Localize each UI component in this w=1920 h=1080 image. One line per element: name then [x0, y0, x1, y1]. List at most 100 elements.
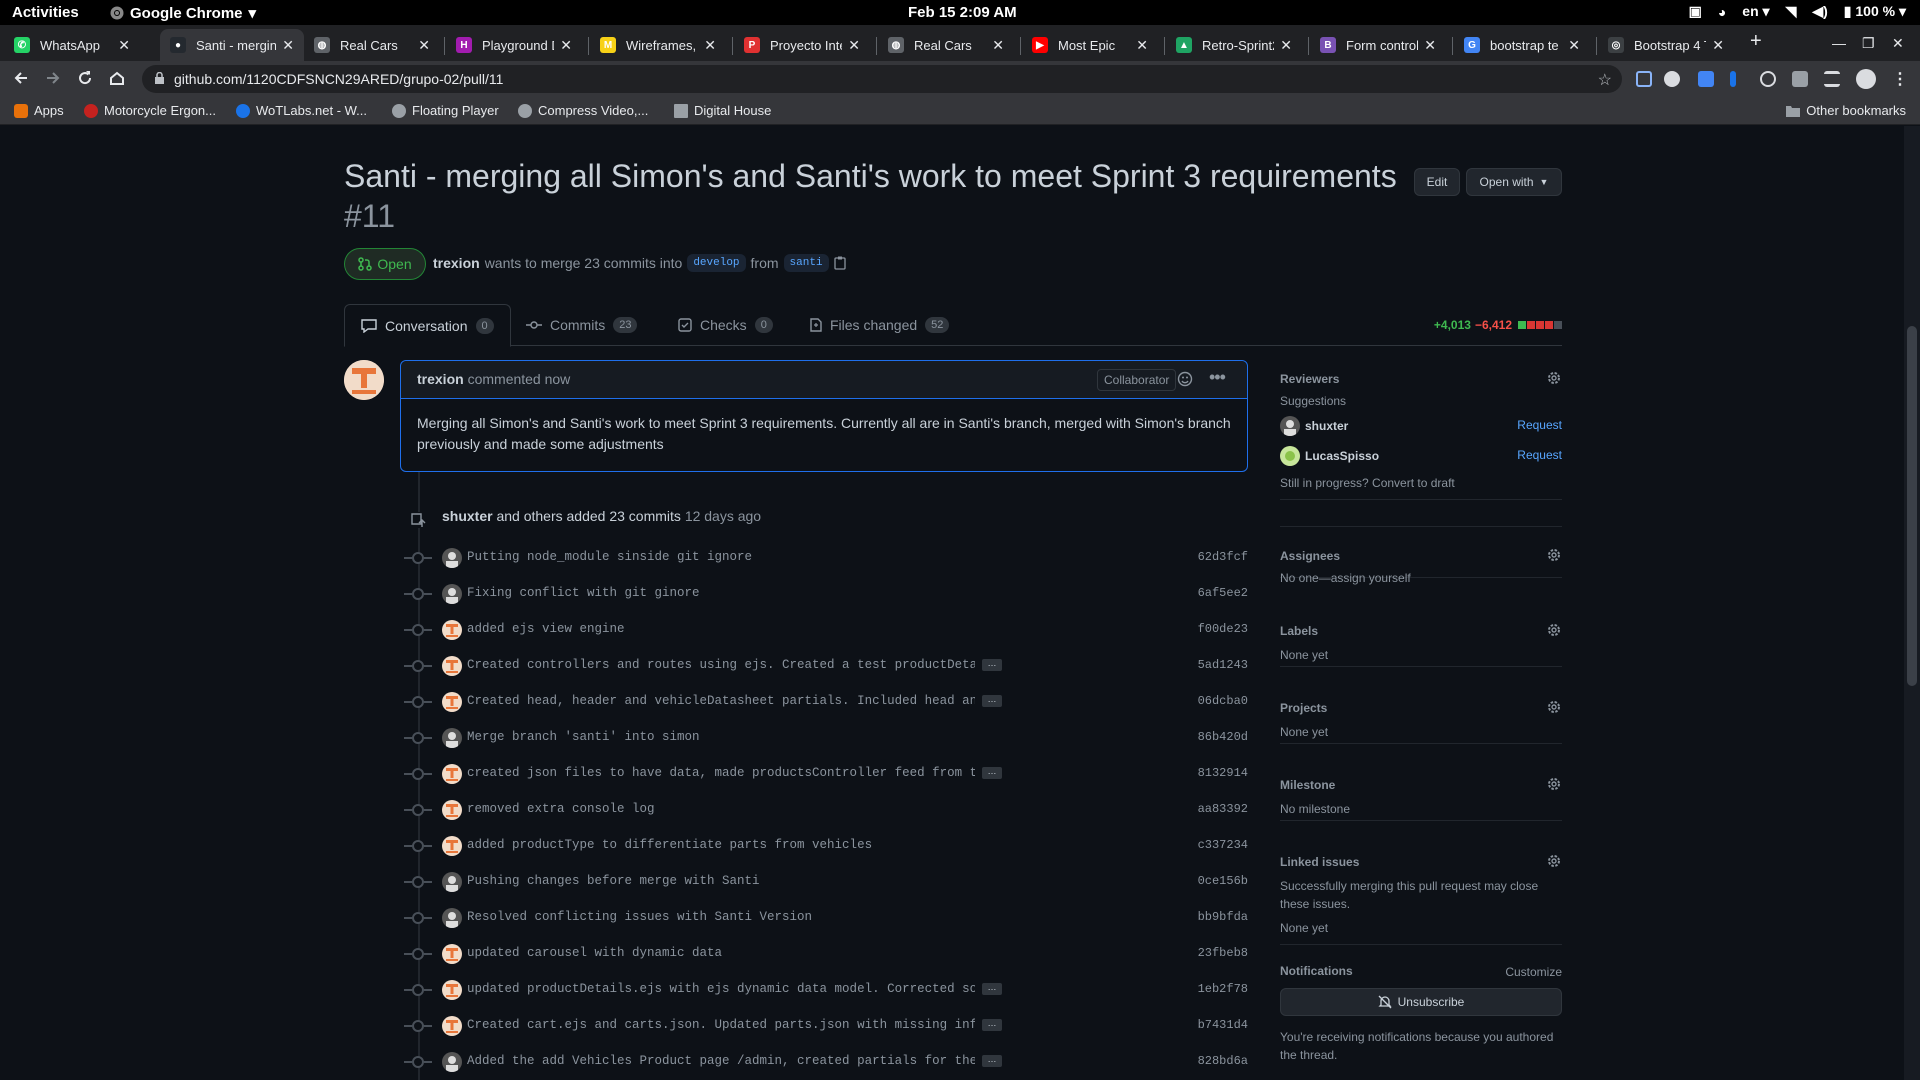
- commit-message-link[interactable]: created json files to have data, made pr…: [467, 766, 975, 780]
- avatar[interactable]: [442, 728, 462, 748]
- commit-message-link[interactable]: Resolved conflicting issues with Santi V…: [467, 910, 812, 924]
- commit-message-link[interactable]: added ejs view engine: [467, 622, 625, 636]
- assign-yourself-link[interactable]: No one—assign yourself: [1280, 569, 1411, 587]
- bookmark-item[interactable]: Compress Video,...: [518, 103, 648, 118]
- tab-files-changed[interactable]: Files changed 52: [794, 304, 965, 346]
- commit-message-link[interactable]: updated carousel with dynamic data: [467, 946, 722, 960]
- commit-sha-link[interactable]: aa83392: [1198, 802, 1248, 816]
- expand-commit-message-button[interactable]: …: [982, 983, 1002, 995]
- tab-commits[interactable]: Commits 23: [510, 304, 653, 346]
- browser-tab[interactable]: B Form control ✕: [1310, 29, 1446, 61]
- expand-commit-message-button[interactable]: …: [982, 659, 1002, 671]
- close-tab-icon[interactable]: ✕: [118, 37, 130, 54]
- kebab-horizontal-icon[interactable]: •••: [1209, 367, 1226, 388]
- translate-extension-icon[interactable]: [1698, 71, 1714, 87]
- commit-message-link[interactable]: Pushing changes before merge with Santi: [467, 874, 760, 888]
- unsubscribe-button[interactable]: Unsubscribe: [1280, 988, 1562, 1016]
- browser-tab[interactable]: Gbootstrap te ✕: [1454, 29, 1590, 61]
- commit-sha-link[interactable]: 0ce156b: [1198, 874, 1248, 888]
- commit-sha-link[interactable]: 6af5ee2: [1198, 586, 1248, 600]
- back-button[interactable]: [12, 69, 30, 87]
- commit-message-link[interactable]: removed extra console log: [467, 802, 655, 816]
- puzzle-icon[interactable]: [1792, 71, 1808, 87]
- tab-conversation[interactable]: Conversation 0: [344, 304, 511, 347]
- gear-icon[interactable]: [1546, 547, 1562, 563]
- browser-tab[interactable]: M Wireframes, C ✕: [590, 29, 726, 61]
- commit-message-link[interactable]: Created controllers and routes using ejs…: [467, 658, 975, 672]
- other-bookmarks[interactable]: Other bookmarks: [1786, 103, 1906, 118]
- commit-sha-link[interactable]: 86b420d: [1198, 730, 1248, 744]
- bookmark-item[interactable]: Motorcycle Ergon...: [84, 103, 216, 118]
- avatar[interactable]: [442, 692, 462, 712]
- browser-tab[interactable]: P Proyecto Inte ✕: [734, 29, 870, 61]
- commit-message-link[interactable]: updated productDetails.ejs with ejs dyna…: [467, 982, 975, 996]
- commit-message-link[interactable]: Putting node_module sinside git ignore: [467, 550, 752, 564]
- avatar[interactable]: [1280, 446, 1300, 466]
- expand-commit-message-button[interactable]: …: [982, 1055, 1002, 1067]
- base-branch[interactable]: develop: [687, 254, 746, 272]
- gear-icon[interactable]: [1546, 776, 1562, 792]
- commit-sha-link[interactable]: 828bd6a: [1198, 1054, 1248, 1068]
- browser-tab[interactable]: ▶ Most Epic ✕: [1022, 29, 1158, 61]
- lock-icon[interactable]: [154, 72, 165, 85]
- browser-tab[interactable]: ◍ Real Cars ✕: [304, 29, 440, 61]
- commit-message-link[interactable]: Created head, header and vehicleDatashee…: [467, 694, 975, 708]
- customize-link[interactable]: Customize: [1505, 963, 1562, 981]
- browser-tab[interactable]: ◍ Real Cars ✕: [878, 29, 1014, 61]
- commit-sha-link[interactable]: b7431d4: [1198, 1018, 1248, 1032]
- avatar[interactable]: [442, 764, 462, 784]
- reload-button[interactable]: [76, 69, 94, 87]
- commit-message-link[interactable]: Created cart.ejs and carts.json. Updated…: [467, 1018, 975, 1032]
- bookmark-star-icon[interactable]: ☆: [1598, 70, 1612, 90]
- activities-button[interactable]: Activities: [12, 4, 79, 21]
- screen-icon[interactable]: ▣: [1689, 3, 1702, 20]
- volume-icon[interactable]: ◀): [1812, 3, 1827, 20]
- close-tab-icon[interactable]: ✕: [992, 37, 1004, 54]
- close-tab-icon[interactable]: ✕: [1712, 37, 1724, 54]
- avatar[interactable]: [442, 584, 462, 604]
- browser-tab[interactable]: ● Santi - merging ✕: [160, 29, 304, 61]
- url-text[interactable]: github.com/1120CDFSNCN29ARED/grupo-02/pu…: [174, 71, 503, 87]
- comment-author[interactable]: trexion: [417, 371, 464, 387]
- avatar[interactable]: [442, 1052, 462, 1072]
- head-branch[interactable]: santi: [783, 254, 829, 272]
- commit-message-link[interactable]: Added the add Vehicles Product page /adm…: [467, 1054, 975, 1068]
- avatar[interactable]: [442, 872, 462, 892]
- browser-tab[interactable]: ▲ Retro-Sprint2 ✕: [1166, 29, 1302, 61]
- request-review-button[interactable]: Request: [1517, 418, 1562, 432]
- wifi-icon[interactable]: ◥: [1786, 3, 1797, 20]
- forward-button[interactable]: [44, 69, 62, 87]
- request-review-button[interactable]: Request: [1517, 448, 1562, 462]
- media-control-icon[interactable]: [1824, 71, 1840, 87]
- gear-icon[interactable]: [1546, 699, 1562, 715]
- commit-sha-link[interactable]: c337234: [1198, 838, 1248, 852]
- bookmark-item[interactable]: Apps: [14, 103, 64, 118]
- commit-sha-link[interactable]: 5ad1243: [1198, 658, 1248, 672]
- commits-author[interactable]: shuxter: [442, 508, 493, 524]
- react-devtools-icon[interactable]: [1760, 71, 1776, 87]
- avatar[interactable]: [344, 360, 384, 400]
- commit-sha-link[interactable]: 8132914: [1198, 766, 1248, 780]
- commit-sha-link[interactable]: 1eb2f78: [1198, 982, 1248, 996]
- pr-author-link[interactable]: trexion: [433, 255, 480, 271]
- extension-icon[interactable]: [1664, 71, 1680, 87]
- new-tab-button[interactable]: +: [1750, 30, 1762, 53]
- commit-sha-link[interactable]: 23fbeb8: [1198, 946, 1248, 960]
- copy-icon[interactable]: [833, 256, 846, 270]
- commit-sha-link[interactable]: 06dcba0: [1198, 694, 1248, 708]
- avatar[interactable]: [442, 980, 462, 1000]
- open-with-button[interactable]: Open with ▼: [1466, 168, 1562, 196]
- avatar[interactable]: [442, 656, 462, 676]
- expand-commit-message-button[interactable]: …: [982, 695, 1002, 707]
- avatar[interactable]: [442, 908, 462, 928]
- commit-sha-link[interactable]: f00de23: [1198, 622, 1248, 636]
- convert-to-draft-link[interactable]: Still in progress? Convert to draft: [1280, 474, 1455, 492]
- bookmark-item[interactable]: Floating Player: [392, 103, 499, 118]
- commit-sha-link[interactable]: 62d3fcf: [1198, 550, 1248, 564]
- avatar[interactable]: [442, 548, 462, 568]
- close-tab-icon[interactable]: ✕: [1136, 37, 1148, 54]
- avatar[interactable]: [1280, 416, 1300, 436]
- avatar[interactable]: [442, 620, 462, 640]
- browser-tab[interactable]: ◎ Bootstrap 4 T ✕: [1598, 29, 1734, 61]
- gear-icon[interactable]: [1546, 370, 1562, 386]
